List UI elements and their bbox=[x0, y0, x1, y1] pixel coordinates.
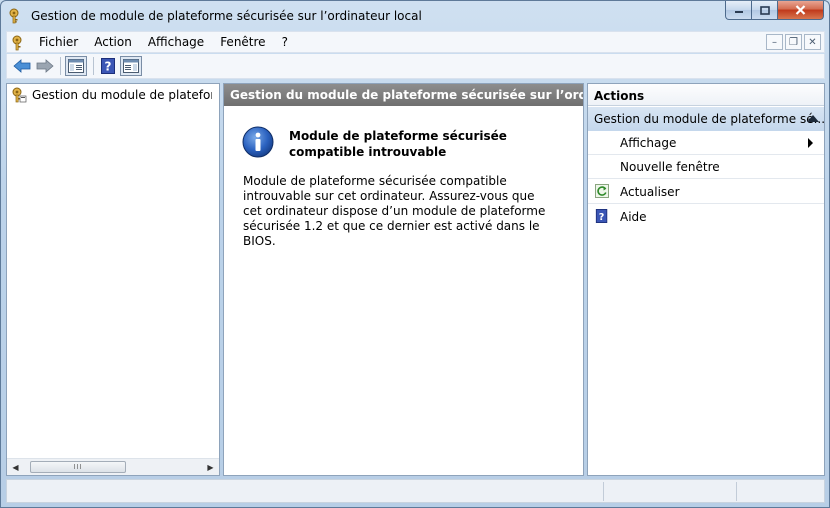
status-separator bbox=[603, 482, 604, 501]
arrow-left-icon: ◀ bbox=[12, 462, 19, 472]
mdi-buttons: – ❐ ✕ bbox=[766, 34, 821, 50]
show-hide-action-pane-button[interactable] bbox=[120, 56, 142, 76]
back-button[interactable] bbox=[11, 56, 33, 76]
mdi-close-button[interactable]: ✕ bbox=[804, 34, 821, 50]
action-aide[interactable]: ? Aide bbox=[588, 205, 824, 229]
minimize-button[interactable] bbox=[725, 1, 752, 20]
action-affichage[interactable]: Affichage bbox=[588, 131, 824, 155]
window-title: Gestion de module de plateforme sécurisé… bbox=[31, 9, 422, 23]
console-tree-pane: Gestion du module de plateforme sécurisé… bbox=[6, 83, 220, 476]
title-bar[interactable]: Gestion de module de plateforme sécurisé… bbox=[1, 1, 829, 31]
back-icon bbox=[13, 59, 31, 73]
toolbar: ? bbox=[6, 54, 825, 79]
help-icon: ? bbox=[595, 209, 608, 223]
scroll-thumb[interactable]: III bbox=[30, 461, 126, 473]
actions-pane: Actions Gestion du module de plateforme … bbox=[587, 83, 825, 476]
message-title: Module de plateforme sécurisée compatibl… bbox=[289, 129, 507, 159]
svg-text:?: ? bbox=[599, 212, 605, 223]
menu-items: Fichier Action Affichage Fenêtre ? bbox=[31, 35, 296, 49]
action-label: Affichage bbox=[620, 136, 677, 150]
collapse-arrow-icon[interactable] bbox=[807, 115, 819, 122]
menu-bar: Fichier Action Affichage Fenêtre ? – ❐ ✕ bbox=[6, 31, 825, 53]
results-pane: Gestion du module de plateforme sécurisé… bbox=[223, 83, 584, 476]
close-icon bbox=[795, 5, 806, 15]
action-actualiser[interactable]: Actualiser bbox=[588, 180, 824, 204]
horizontal-scrollbar[interactable]: ◀ III ▶ bbox=[7, 458, 219, 475]
action-pane-icon bbox=[123, 59, 139, 73]
actions-header: Actions bbox=[588, 84, 824, 106]
toolbar-separator bbox=[93, 57, 94, 75]
menu-help[interactable]: ? bbox=[274, 35, 296, 49]
tpm-key-icon bbox=[9, 8, 19, 24]
tpm-key-icon bbox=[12, 87, 27, 103]
action-nouvelle-fenetre[interactable]: Nouvelle fenêtre bbox=[588, 155, 824, 179]
help-button[interactable]: ? bbox=[97, 56, 119, 76]
mmc-window: Gestion de module de plateforme sécurisé… bbox=[0, 0, 830, 508]
maximize-button[interactable] bbox=[752, 1, 778, 20]
forward-icon bbox=[36, 59, 54, 73]
close-button[interactable] bbox=[778, 1, 824, 20]
action-label: Aide bbox=[620, 210, 647, 224]
forward-button[interactable] bbox=[34, 56, 56, 76]
svg-text:?: ? bbox=[105, 60, 112, 74]
arrow-right-icon: ▶ bbox=[207, 462, 214, 472]
menu-fichier[interactable]: Fichier bbox=[31, 35, 86, 49]
menu-action[interactable]: Action bbox=[86, 35, 140, 49]
scroll-left-button[interactable]: ◀ bbox=[7, 459, 24, 475]
show-hide-console-tree-button[interactable] bbox=[65, 56, 87, 76]
status-bar bbox=[6, 479, 825, 503]
maximize-icon bbox=[759, 5, 770, 15]
scroll-thumb-grip: III bbox=[73, 463, 83, 471]
minimize-icon bbox=[734, 11, 743, 13]
submenu-arrow-icon bbox=[808, 138, 813, 148]
status-separator bbox=[736, 482, 737, 501]
restore-icon: ❐ bbox=[789, 36, 798, 48]
system-menu-icon[interactable] bbox=[11, 35, 27, 51]
info-icon bbox=[242, 126, 274, 158]
mdi-restore-button[interactable]: ❐ bbox=[785, 34, 802, 50]
menu-fenetre[interactable]: Fenêtre bbox=[212, 35, 273, 49]
close-icon: ✕ bbox=[808, 36, 817, 48]
message-body: Module de plateforme sécurisée compatibl… bbox=[243, 174, 546, 248]
menu-affichage[interactable]: Affichage bbox=[140, 35, 212, 49]
actions-group-label: Gestion du module de plateforme sé... bbox=[594, 112, 824, 126]
console-tree-icon bbox=[68, 59, 84, 73]
results-pane-header: Gestion du module de plateforme sécurisé… bbox=[224, 84, 583, 106]
caption-buttons bbox=[725, 1, 824, 21]
action-label: Actualiser bbox=[620, 185, 680, 199]
minimize-icon: – bbox=[772, 36, 777, 48]
tree-item-label: Gestion du module de plateforme sécurisé… bbox=[32, 88, 212, 102]
refresh-icon bbox=[595, 184, 609, 198]
help-icon: ? bbox=[101, 58, 115, 74]
scroll-right-button[interactable]: ▶ bbox=[202, 459, 219, 475]
action-label: Nouvelle fenêtre bbox=[620, 160, 720, 174]
tree-item-tpm-management[interactable]: Gestion du module de plateforme sécurisé… bbox=[11, 87, 212, 103]
mdi-minimize-button[interactable]: – bbox=[766, 34, 783, 50]
toolbar-separator bbox=[60, 57, 61, 75]
actions-group-header[interactable]: Gestion du module de plateforme sé... bbox=[588, 107, 824, 131]
